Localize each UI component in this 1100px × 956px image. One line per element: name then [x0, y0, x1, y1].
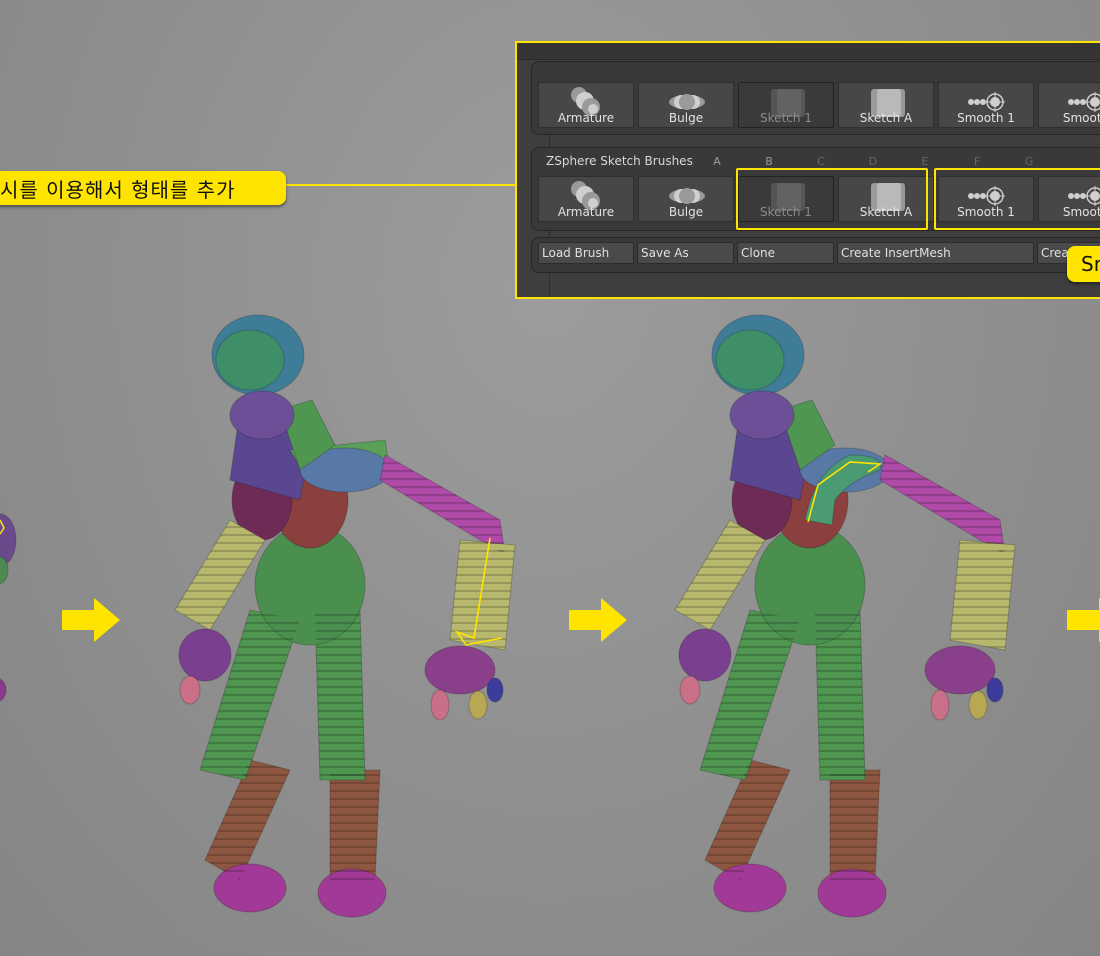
brush-tile-sketch-a[interactable]: Sketch A: [838, 82, 934, 128]
smooth-callout-text: Sm: [1081, 252, 1100, 276]
brush-label: Armature: [557, 205, 615, 219]
brush-tile-bulge[interactable]: Bulge: [638, 176, 734, 222]
brush-row-top: Armature Bulge Sketch 1 Sketch A Smooth 1 Smo…: [531, 61, 1100, 135]
brush-label: Armature: [557, 111, 615, 125]
callout-label: 시를 이용해서 형태를 추가: [0, 171, 286, 205]
smooth-callout-label: Sm: [1067, 246, 1100, 282]
brush-command-bar: Load Brush Save As Clone Create InsertMe…: [531, 237, 1100, 273]
brush-label: Smooth: [1062, 111, 1100, 125]
clone-button[interactable]: Clone: [737, 242, 834, 264]
smooth-selection-highlight: [934, 168, 1100, 230]
brush-tile-armature[interactable]: Armature: [538, 82, 634, 128]
create-insertmesh-button[interactable]: Create InsertMesh: [837, 242, 1034, 264]
brush-label: Smooth 1: [957, 111, 1015, 125]
brush-label: Bulge: [668, 205, 704, 219]
brush-label: Sketch A: [859, 111, 913, 125]
brush-tile-bulge[interactable]: Bulge: [638, 82, 734, 128]
zsphere-sketch-brushes-group: ZSphere Sketch Brushes ABCDEFG Armature B…: [531, 147, 1100, 231]
brush-label: Sketch 1: [760, 111, 812, 125]
load-brush-button[interactable]: Load Brush: [538, 242, 634, 264]
brush-tile-smooth[interactable]: Smooth: [1038, 82, 1100, 128]
sketch-selection-highlight: [736, 168, 928, 230]
save-as-button[interactable]: Save As: [637, 242, 734, 264]
brush-panel: Armature Bulge Sketch 1 Sketch A Smooth 1 Smo…: [515, 41, 1100, 299]
brush-tile-smooth-1[interactable]: Smooth 1: [938, 82, 1034, 128]
brush-tile-armature[interactable]: Armature: [538, 176, 634, 222]
panel-header-strip: [517, 43, 1100, 60]
viewport: 시를 이용해서 형태를 추가 Armature Bulge Sketch 1 Sket…: [0, 0, 1100, 956]
slot-letter: G: [1024, 155, 1034, 168]
brush-label: Bulge: [668, 111, 704, 125]
brush-tile-sketch-1[interactable]: Sketch 1: [738, 82, 834, 128]
callout-text: 시를 이용해서 형태를 추가: [0, 177, 236, 202]
